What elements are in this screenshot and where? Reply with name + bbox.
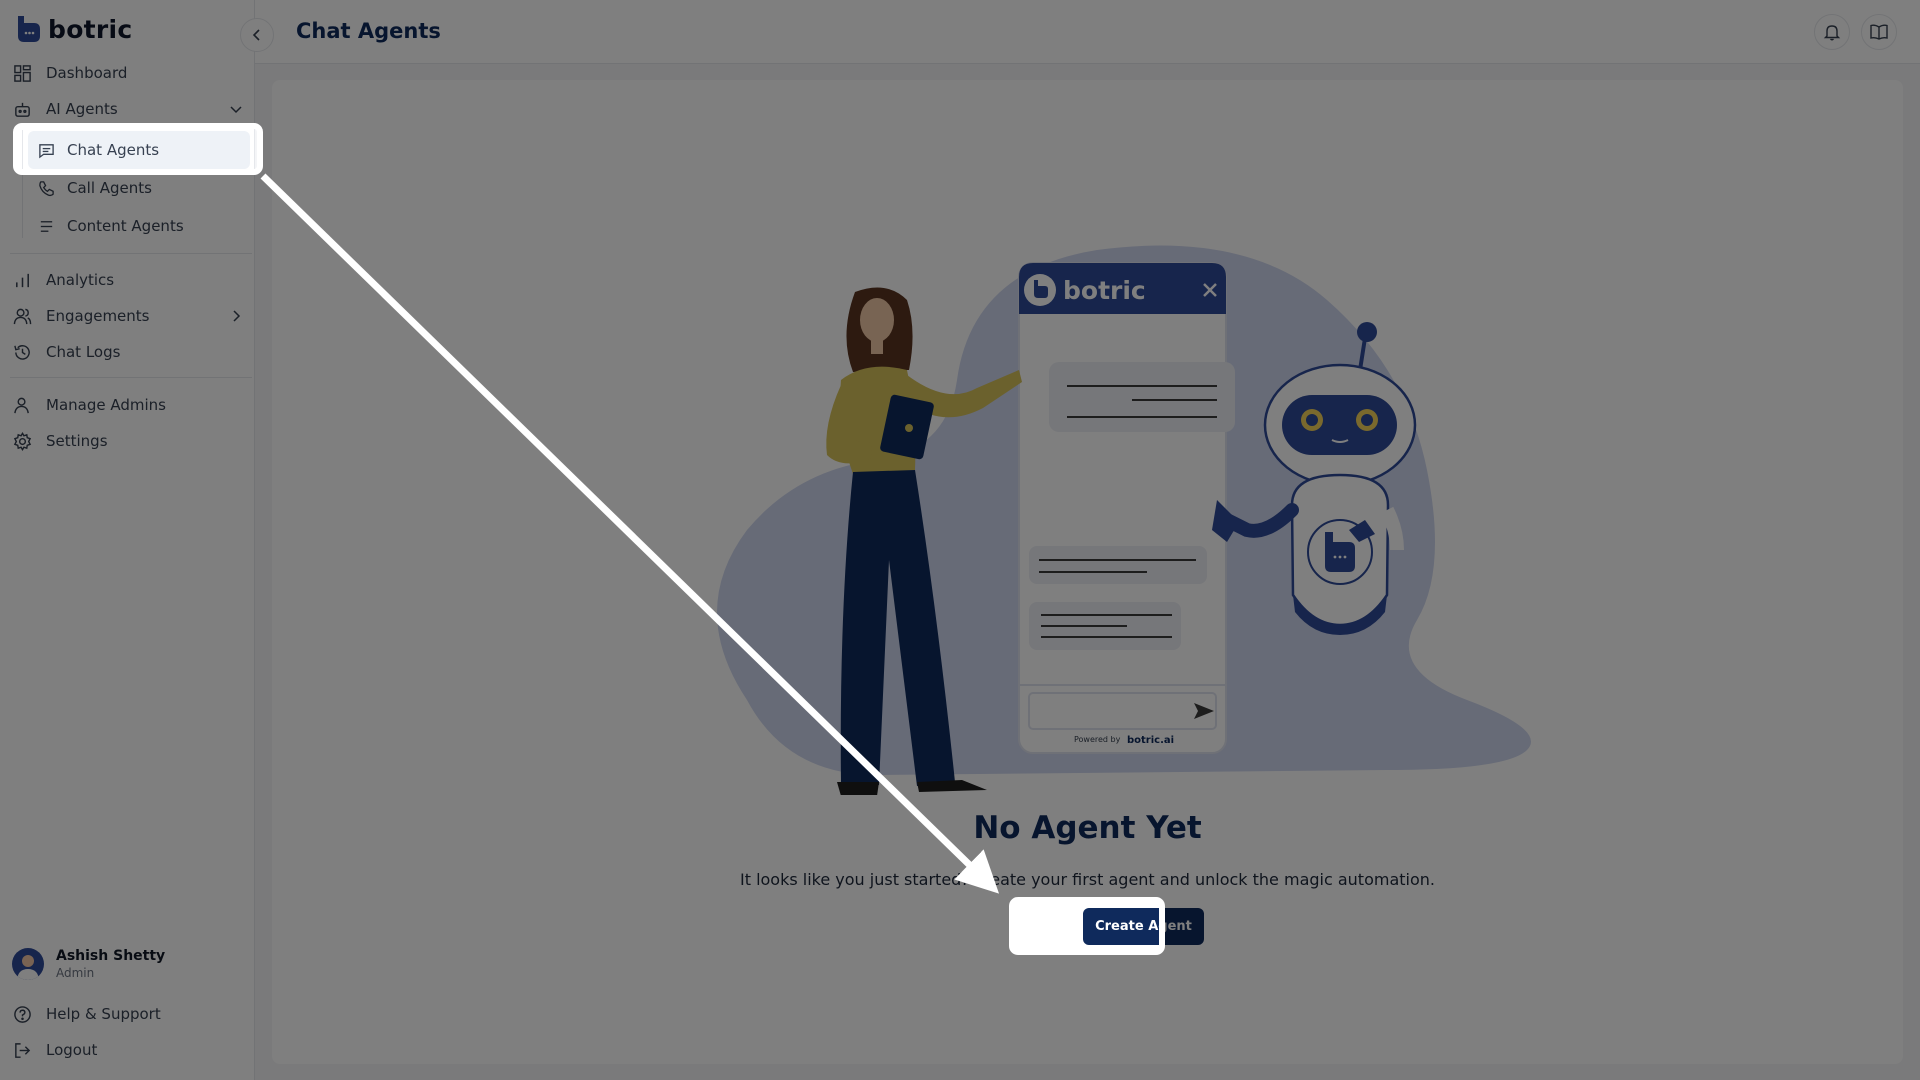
bar-chart-icon: [16, 273, 29, 287]
sidebar-item-label: Logout: [46, 1041, 98, 1059]
sidebar-item-chat-logs[interactable]: Chat Logs: [10, 335, 250, 369]
sidebar-item-analytics[interactable]: Analytics: [10, 263, 250, 297]
powered-brand-text: botric.ai: [1127, 735, 1174, 746]
top-bar: Chat Agents: [255, 0, 1920, 64]
main-content: botric Powered by botric.ai No Agent Yet…: [255, 64, 1920, 1080]
sidebar-item-label: Settings: [46, 432, 108, 450]
sidebar-item-label: Analytics: [46, 271, 115, 289]
sidebar-item-chat-agents[interactable]: Chat Agents: [28, 131, 250, 169]
botric-logo-icon: [16, 14, 42, 44]
chat-icon: [39, 143, 54, 158]
sidebar-item-label: Engagements: [46, 307, 150, 325]
sidebar-divider: [10, 377, 252, 378]
phone-icon: [39, 180, 54, 196]
user-name: Ashish Shetty: [56, 948, 166, 964]
robot-icon: [15, 102, 30, 117]
list-icon: [40, 220, 53, 232]
chevron-down-icon: [230, 106, 242, 114]
sidebar-item-content-agents[interactable]: Content Agents: [28, 207, 250, 245]
sidebar-item-manage-admins[interactable]: Manage Admins: [10, 388, 250, 422]
sidebar: botric Dashboard AI Agents Chat Agents C…: [0, 0, 255, 1080]
empty-state-title: No Agent Yet: [973, 810, 1202, 846]
sidebar-divider: [10, 253, 252, 254]
sidebar-item-help-support[interactable]: Help & Support: [10, 997, 250, 1031]
sub-item-label: Chat Agents: [67, 141, 160, 159]
chevron-right-icon: [233, 310, 241, 322]
bell-icon: [1823, 25, 1841, 41]
sub-item-label: Content Agents: [67, 217, 184, 235]
user-role: Admin: [56, 966, 95, 980]
subtree-line: [22, 130, 23, 238]
powered-by-text: Powered by: [1074, 735, 1121, 744]
sidebar-item-logout[interactable]: Logout: [10, 1033, 250, 1067]
sidebar-item-label: Dashboard: [46, 64, 128, 82]
brand-logo[interactable]: botric: [16, 14, 133, 44]
users-icon: [13, 308, 32, 324]
user-profile[interactable]: Ashish Shetty Admin: [12, 948, 165, 980]
sidebar-item-label: Manage Admins: [46, 396, 166, 414]
help-icon: [14, 1005, 31, 1023]
gear-icon: [13, 431, 32, 451]
sidebar-item-ai-agents[interactable]: AI Agents: [10, 92, 250, 126]
empty-state-card: botric Powered by botric.ai No Agent Yet…: [272, 80, 1903, 1064]
chat-widget-illustration: botric Powered by botric.ai: [1018, 262, 1235, 754]
collapse-sidebar-button[interactable]: [240, 18, 274, 52]
notifications-button[interactable]: [1814, 14, 1850, 50]
logout-icon: [15, 1042, 31, 1058]
sidebar-item-label: Chat Logs: [46, 343, 121, 361]
book-open-icon: [1870, 24, 1888, 40]
page-title: Chat Agents: [296, 19, 441, 43]
sidebar-item-dashboard[interactable]: Dashboard: [10, 56, 250, 90]
user-icon: [14, 397, 29, 413]
widget-brand-text: botric: [1063, 276, 1146, 305]
sidebar-item-label: AI Agents: [46, 100, 118, 118]
sidebar-item-call-agents[interactable]: Call Agents: [28, 169, 250, 207]
sidebar-item-engagements[interactable]: Engagements: [10, 299, 250, 333]
empty-state-description: It looks like you just started! Create y…: [739, 870, 1435, 889]
sidebar-item-label: Help & Support: [46, 1005, 161, 1023]
brand-name: botric: [48, 14, 133, 44]
avatar: [12, 948, 44, 980]
empty-state-illustration: botric Powered by botric.ai: [717, 245, 1531, 795]
chevron-left-icon: [252, 29, 260, 41]
sidebar-item-settings[interactable]: Settings: [10, 424, 250, 458]
sub-item-label: Call Agents: [67, 179, 152, 197]
history-icon: [14, 344, 30, 360]
create-agent-button[interactable]: Create Agent: [1083, 908, 1204, 945]
docs-button[interactable]: [1861, 14, 1897, 50]
grid-icon: [14, 64, 31, 82]
